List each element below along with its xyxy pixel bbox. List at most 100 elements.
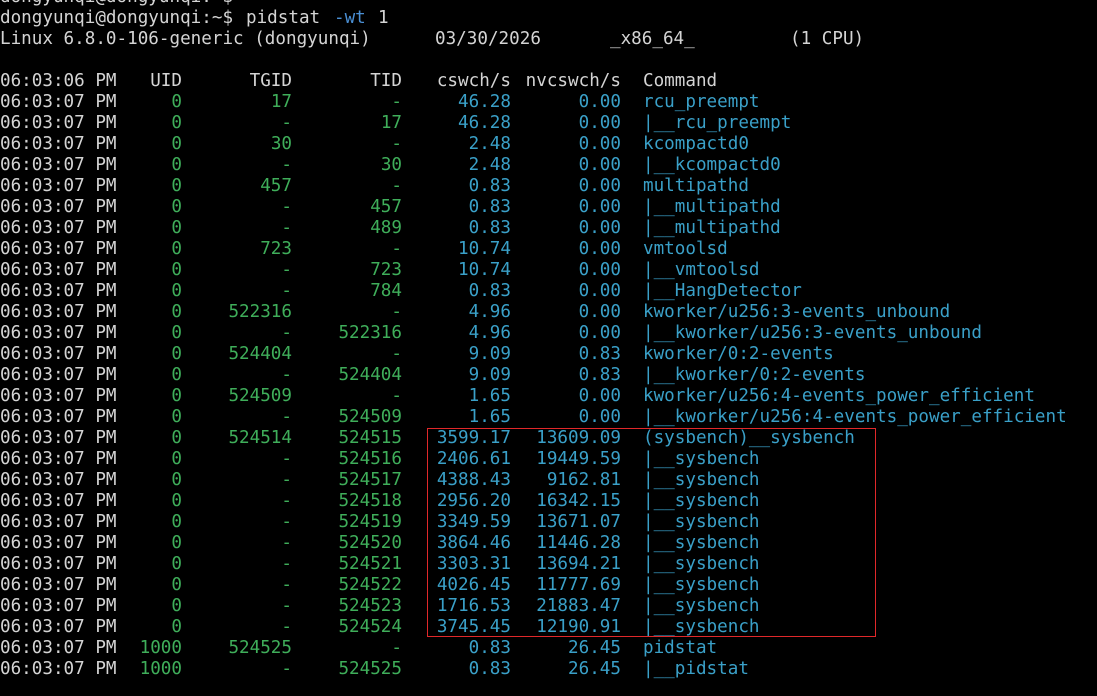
table-row: 06:03:07 PM 0 723 - 10.74 0.00 vmtoolsd — [0, 239, 1097, 260]
row-cswch: 10.74 — [458, 239, 511, 259]
previous-prompt-line: dongyunqi@dongyunqi:~$ — [0, 0, 233, 8]
row-nvcswch: 26.45 — [568, 659, 621, 679]
row-uid: 0 — [171, 113, 182, 133]
row-command: |__kworker/u256:3-events_unbound — [643, 323, 982, 343]
row-time: 06:03:07 PM — [0, 554, 117, 574]
table-row: 06:03:07 PM 0 - 524518 2956.20 16342.15 |__sys… — [0, 491, 1097, 512]
row-tgid: 457 — [260, 176, 292, 196]
header-uid: UID — [150, 71, 182, 91]
row-nvcswch: 0.00 — [578, 134, 621, 154]
table-row: 06:03:07 PM 0 457 - 0.83 0.00 multipathd — [0, 176, 1097, 197]
row-cswch: 46.28 — [458, 113, 511, 133]
row-uid: 0 — [171, 239, 182, 259]
row-command: |__multipathd — [643, 197, 781, 217]
row-time: 06:03:07 PM — [0, 365, 117, 385]
row-nvcswch: 12190.91 — [536, 617, 621, 637]
row-cswch: 0.83 — [468, 638, 511, 658]
row-uid: 0 — [171, 554, 182, 574]
row-time: 06:03:07 PM — [0, 407, 117, 427]
row-command: (sysbench)__sysbench — [643, 428, 855, 448]
row-tid: - — [391, 638, 402, 658]
report-date: 03/30/2026 — [435, 29, 541, 49]
row-uid: 0 — [171, 323, 182, 343]
row-cswch: 9.09 — [468, 365, 511, 385]
row-command: |__kworker/u256:4-events_power_efficient — [643, 407, 1067, 427]
row-tid: 524509 — [338, 407, 402, 427]
row-tgid: - — [281, 197, 292, 217]
row-command: kcompactd0 — [643, 134, 749, 154]
row-tid: 723 — [370, 260, 402, 280]
system-info-line: Linux 6.8.0-106-generic (dongyunqi) 03/3… — [0, 29, 864, 50]
row-nvcswch: 19449.59 — [536, 449, 621, 469]
row-tid: 522316 — [338, 323, 402, 343]
row-tgid: 522316 — [228, 302, 292, 322]
row-nvcswch: 0.00 — [578, 218, 621, 238]
row-command: pidstat — [643, 638, 718, 658]
row-nvcswch: 0.00 — [578, 155, 621, 175]
row-command: |__sysbench — [643, 512, 760, 532]
row-nvcswch: 0.00 — [578, 260, 621, 280]
row-nvcswch: 0.00 — [578, 92, 621, 112]
row-cswch: 4388.43 — [436, 470, 511, 490]
row-uid: 0 — [171, 155, 182, 175]
table-row: 06:03:07 PM 0 - 524521 3303.31 13694.21 |__sys… — [0, 554, 1097, 575]
row-tid: 524525 — [338, 659, 402, 679]
row-tid: 489 — [370, 218, 402, 238]
row-tid: 524517 — [338, 470, 402, 490]
row-uid: 0 — [171, 218, 182, 238]
row-time: 06:03:07 PM — [0, 449, 117, 469]
row-cswch: 3864.46 — [436, 533, 511, 553]
row-uid: 0 — [171, 92, 182, 112]
row-time: 06:03:07 PM — [0, 638, 117, 658]
table-row: 06:03:07 PM 0 - 524404 9.09 0.83 |__kworker/0:… — [0, 365, 1097, 386]
row-cswch: 2956.20 — [436, 491, 511, 511]
row-time: 06:03:07 PM — [0, 281, 117, 301]
row-tid: 524522 — [338, 575, 402, 595]
row-uid: 0 — [171, 428, 182, 448]
row-cswch: 4.96 — [468, 323, 511, 343]
header-nvcswch: nvcswch/s — [525, 71, 621, 91]
row-time: 06:03:07 PM — [0, 323, 117, 343]
row-time: 06:03:07 PM — [0, 197, 117, 217]
row-tid: - — [391, 239, 402, 259]
table-row: 06:03:07 PM 0 - 524509 1.65 0.00 |__kworker/u2… — [0, 407, 1097, 428]
table-row: 06:03:07 PM 0 - 784 0.83 0.00 |__HangDetector — [0, 281, 1097, 302]
table-header: 06:03:06 PM UID TGID TID cswch/s nvcswch… — [0, 71, 1097, 92]
row-tgid: - — [281, 449, 292, 469]
command-interval: 1 — [378, 8, 389, 28]
row-time: 06:03:07 PM — [0, 134, 117, 154]
row-uid: 0 — [171, 302, 182, 322]
row-command: vmtoolsd — [643, 239, 728, 259]
row-command: |__sysbench — [643, 533, 760, 553]
table-row: 06:03:07 PM 0 - 524522 4026.45 11777.69 |__sys… — [0, 575, 1097, 596]
table-row: 06:03:07 PM 0 - 17 46.28 0.00 |__rcu_preempt — [0, 113, 1097, 134]
row-cswch: 2.48 — [468, 134, 511, 154]
table-row: 06:03:07 PM 0 17 - 46.28 0.00 rcu_preempt — [0, 92, 1097, 113]
table-row: 06:03:07 PM 1000 - 524525 0.83 26.45 |__pidsta… — [0, 659, 1097, 680]
row-tgid: - — [281, 470, 292, 490]
row-time: 06:03:07 PM — [0, 491, 117, 511]
command-line: dongyunqi@dongyunqi:~$ pidstat -wt 1 — [0, 8, 389, 29]
row-tid: 524523 — [338, 596, 402, 616]
row-command: |__sysbench — [643, 596, 760, 616]
row-uid: 0 — [171, 344, 182, 364]
row-tid: 524404 — [338, 365, 402, 385]
header-tgid: TGID — [249, 71, 292, 91]
row-tgid: - — [281, 533, 292, 553]
row-command: |__sysbench — [643, 449, 760, 469]
terminal-window[interactable]: dongyunqi@dongyunqi:~$ dongyunqi@dongyun… — [0, 0, 1097, 696]
row-cswch: 3745.45 — [436, 617, 511, 637]
row-tid: - — [391, 302, 402, 322]
table-row: 06:03:07 PM 0 - 723 10.74 0.00 |__vmtoolsd — [0, 260, 1097, 281]
table-row: 06:03:07 PM 0 - 522316 4.96 0.00 |__kworker/u2… — [0, 323, 1097, 344]
row-command: kworker/u256:3-events_unbound — [643, 302, 951, 322]
table-row: 06:03:07 PM 0 524509 - 1.65 0.00 kworker/u256:… — [0, 386, 1097, 407]
row-tgid: - — [281, 155, 292, 175]
table-row: 06:03:07 PM 0 30 - 2.48 0.00 kcompactd0 — [0, 134, 1097, 155]
row-time: 06:03:07 PM — [0, 260, 117, 280]
row-uid: 0 — [171, 575, 182, 595]
row-tgid: - — [281, 407, 292, 427]
cpu-count: (1 CPU) — [790, 29, 865, 49]
row-command: |__sysbench — [643, 491, 760, 511]
row-nvcswch: 0.83 — [578, 365, 621, 385]
